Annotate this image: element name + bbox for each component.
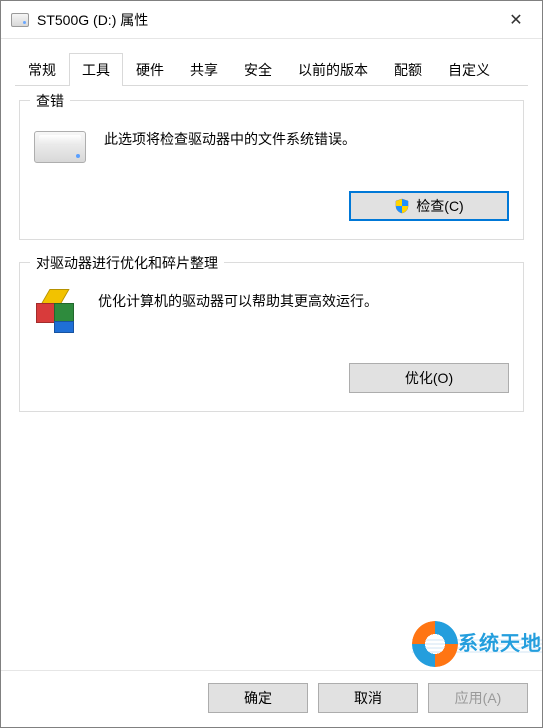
tab-previous-versions[interactable]: 以前的版本 (285, 53, 381, 86)
tab-label: 硬件 (136, 62, 164, 78)
tab-sharing[interactable]: 共享 (177, 53, 231, 86)
tab-customize[interactable]: 自定义 (435, 53, 503, 86)
group-actions: 检查(C) (34, 191, 509, 221)
optimize-button[interactable]: 优化(O) (349, 363, 509, 393)
dialog-footer: 确定 取消 应用(A) (1, 670, 542, 727)
group-legend: 对驱动器进行优化和碎片整理 (30, 253, 224, 273)
group-row: 此选项将检查驱动器中的文件系统错误。 (34, 127, 509, 163)
check-button[interactable]: 检查(C) (349, 191, 509, 221)
button-label: 优化(O) (405, 368, 453, 388)
drive-icon (11, 13, 29, 27)
titlebar: ST500G (D:) 属性 ✕ (1, 1, 542, 39)
button-label: 取消 (354, 688, 382, 708)
group-description: 此选项将检查驱动器中的文件系统错误。 (104, 127, 509, 150)
shield-icon (394, 198, 410, 214)
tab-label: 安全 (244, 62, 272, 78)
tab-security[interactable]: 安全 (231, 53, 285, 86)
tab-general[interactable]: 常规 (15, 53, 69, 86)
group-legend: 查错 (30, 91, 70, 111)
drive-icon (34, 131, 86, 163)
button-label: 检查(C) (416, 196, 463, 216)
group-description: 优化计算机的驱动器可以帮助其更高效运行。 (98, 289, 509, 312)
tab-label: 配额 (394, 62, 422, 78)
tab-label: 常规 (28, 62, 56, 78)
window-title: ST500G (D:) 属性 (37, 10, 492, 30)
cancel-button[interactable]: 取消 (318, 683, 418, 713)
apply-button[interactable]: 应用(A) (428, 683, 528, 713)
tab-label: 共享 (190, 62, 218, 78)
defrag-icon (34, 289, 80, 335)
tab-label: 以前的版本 (298, 62, 368, 78)
properties-window: ST500G (D:) 属性 ✕ 常规 工具 硬件 共享 安全 以前的版本 配额… (0, 0, 543, 728)
close-button[interactable]: ✕ (492, 1, 540, 38)
button-label: 应用(A) (455, 688, 502, 708)
close-icon: ✕ (509, 10, 522, 30)
tab-strip: 常规 工具 硬件 共享 安全 以前的版本 配额 自定义 (1, 51, 542, 85)
tab-quota[interactable]: 配额 (381, 53, 435, 86)
group-actions: 优化(O) (34, 363, 509, 393)
button-label: 确定 (244, 688, 272, 708)
tab-label: 工具 (82, 62, 110, 78)
tab-hardware[interactable]: 硬件 (123, 53, 177, 86)
ok-button[interactable]: 确定 (208, 683, 308, 713)
group-error-checking: 查错 此选项将检查驱动器中的文件系统错误。 (19, 100, 524, 240)
group-optimize: 对驱动器进行优化和碎片整理 优化计算机的驱动器可以帮助其更高效运行。 优化(O) (19, 262, 524, 412)
group-row: 优化计算机的驱动器可以帮助其更高效运行。 (34, 289, 509, 335)
tab-tools[interactable]: 工具 (69, 53, 123, 86)
tab-label: 自定义 (448, 62, 490, 78)
tab-content: 查错 此选项将检查驱动器中的文件系统错误。 (1, 86, 542, 670)
